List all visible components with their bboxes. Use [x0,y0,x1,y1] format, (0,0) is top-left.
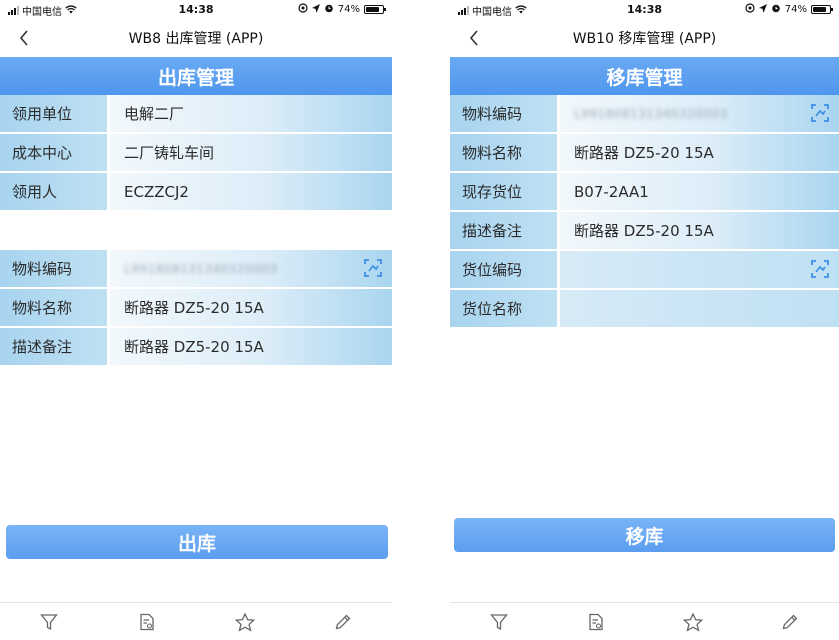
field-value[interactable] [560,290,839,327]
field-label: 货位名称 [450,290,557,327]
pencil-icon[interactable] [323,607,363,637]
field-row-cost-center: 成本中心 二厂铸轧车间 [0,134,392,171]
scan-icon[interactable] [811,260,829,278]
field-label: 成本中心 [0,134,107,171]
header-fields: 领用单位 电解二厂 成本中心 二厂铸轧车间 领用人 ECZZCJ2 [0,95,392,212]
lock-rotation-icon [298,3,308,16]
material-fields: 物料编码 L991808131340320003 物料名称 断路器 DZ5-20… [0,250,392,367]
field-label: 物料名称 [450,134,557,171]
field-row-current-location: 现存货位 B07-2AA1 [450,173,839,210]
field-value[interactable]: 断路器 DZ5-20 15A [560,212,839,249]
field-row-recipient: 领用人 ECZZCJ2 [0,173,392,210]
location-code-input[interactable] [560,251,839,288]
field-value[interactable]: ECZZCJ2 [110,173,392,210]
field-row-description: 描述备注 断路器 DZ5-20 15A [0,328,392,365]
alarm-icon [324,3,334,16]
field-label: 物料编码 [450,95,557,132]
document-icon[interactable] [127,607,167,637]
section-header: 出库管理 [0,57,392,95]
material-code-input[interactable]: L991808131340320003 [560,95,839,132]
navigation-bar: WB8 出库管理 (APP) [0,20,392,56]
battery-icon [811,5,833,14]
material-code-value: L991808131340320003 [574,106,728,121]
star-icon[interactable] [673,607,713,637]
field-value[interactable]: B07-2AA1 [560,173,839,210]
field-label: 现存货位 [450,173,557,210]
bottom-tab-bar [0,602,392,640]
filter-icon[interactable] [479,607,519,637]
status-bar: 中国电信 14:38 74% [450,0,839,20]
field-label: 领用人 [0,173,107,210]
material-code-value: L991808131340320003 [124,261,278,276]
material-code-input[interactable]: L991808131340320003 [110,250,392,287]
navigation-bar: WB10 移库管理 (APP) [450,20,839,56]
field-row-location-code: 货位编码 [450,251,839,288]
scan-icon[interactable] [364,259,382,277]
field-row-dept: 领用单位 电解二厂 [0,95,392,132]
outbound-button[interactable]: 出库 [6,525,388,559]
field-label: 货位编码 [450,251,557,288]
field-value[interactable]: 断路器 DZ5-20 15A [560,134,839,171]
page-title: WB8 出库管理 (APP) [128,31,264,47]
filter-icon[interactable] [29,607,69,637]
field-label: 物料编码 [0,250,107,287]
location-icon [758,3,767,16]
document-icon[interactable] [576,607,616,637]
field-row-material-name: 物料名称 断路器 DZ5-20 15A [450,134,839,171]
field-row-material-code: 物料编码 L991808131340320003 [0,250,392,287]
field-label: 描述备注 [0,328,107,365]
field-row-description: 描述备注 断路器 DZ5-20 15A [450,212,839,249]
battery-icon [364,5,386,14]
star-icon[interactable] [225,607,265,637]
transfer-fields: 物料编码 L991808131340320003 物料名称 断路器 DZ5-20… [450,95,839,329]
transfer-button[interactable]: 移库 [454,518,835,552]
field-label: 领用单位 [0,95,107,132]
section-header: 移库管理 [450,57,839,95]
field-row-location-name: 货位名称 [450,290,839,327]
field-row-material-code: 物料编码 L991808131340320003 [450,95,839,132]
battery-percentage: 74% [337,4,360,15]
field-value[interactable]: 断路器 DZ5-20 15A [110,289,392,326]
field-value[interactable]: 电解二厂 [110,95,392,132]
pencil-icon[interactable] [770,607,810,637]
status-bar: 中国电信 14:38 74% [0,0,392,20]
page-title: WB10 移库管理 (APP) [572,31,717,47]
scan-icon[interactable] [811,104,829,122]
field-row-material-name: 物料名称 断路器 DZ5-20 15A [0,289,392,326]
battery-percentage: 74% [784,4,807,15]
lock-rotation-icon [745,3,755,16]
alarm-icon [771,3,781,16]
field-value[interactable]: 二厂铸轧车间 [110,134,392,171]
field-label: 物料名称 [0,289,107,326]
location-icon [311,3,320,16]
phone-screen-left: 中国电信 14:38 74% WB8 出库管理 (APP) 出库管理 领用单位 … [0,0,392,640]
bottom-tab-bar [450,602,839,640]
phone-screen-right: 中国电信 14:38 74% WB10 移库管理 (APP) 移库管理 物料编码… [450,0,839,640]
field-value[interactable]: 断路器 DZ5-20 15A [110,328,392,365]
field-label: 描述备注 [450,212,557,249]
